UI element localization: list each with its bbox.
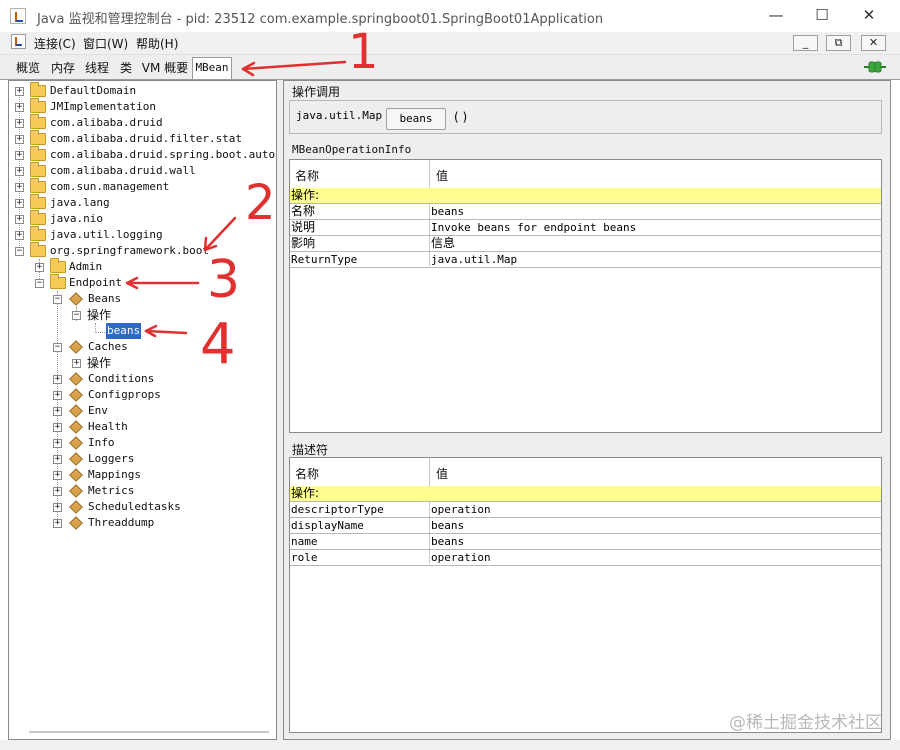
arrow-2 — [203, 216, 237, 252]
watermark: @稀土掘金技术社区 — [729, 713, 882, 733]
arrow-4 — [144, 329, 188, 335]
arrow-1 — [241, 60, 347, 71]
annotation-arrows — [125, 60, 347, 338]
annotation-mark-1: 1 — [348, 24, 379, 80]
annotation-mark-2: 2 — [245, 175, 276, 231]
annotation-mark-3: 3 — [207, 250, 241, 310]
annotation-mark-4: 4 — [200, 312, 236, 377]
